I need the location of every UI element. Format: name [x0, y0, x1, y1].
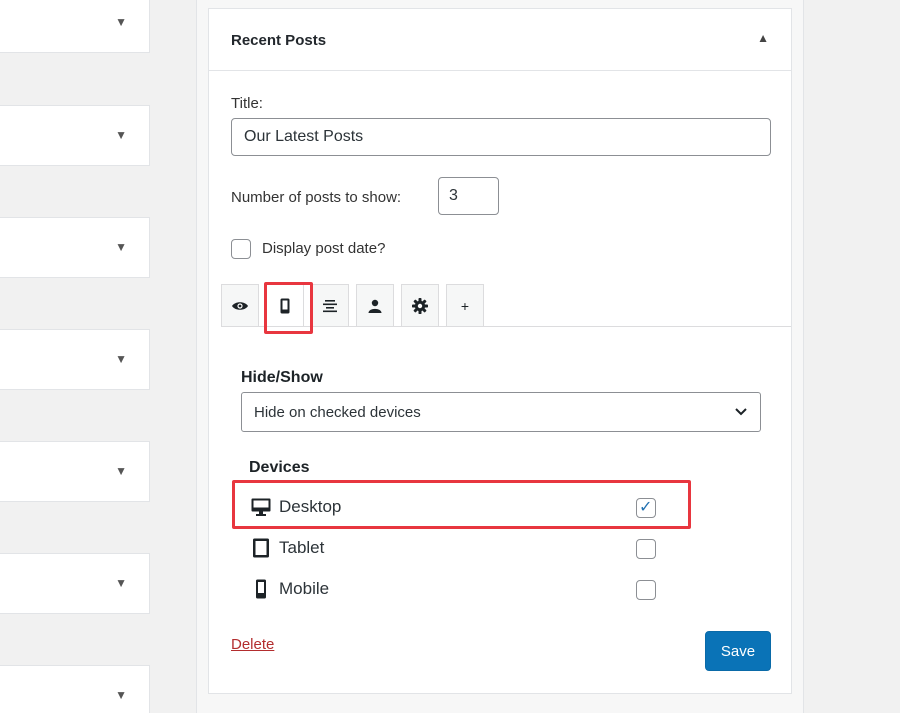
- desktop-checkbox[interactable]: ✓: [636, 498, 656, 518]
- save-button[interactable]: Save: [705, 631, 771, 671]
- device-row-tablet: Tablet: [251, 536, 324, 560]
- number-of-posts-input[interactable]: [438, 177, 499, 215]
- tab-visibility[interactable]: [221, 284, 259, 326]
- tab-devices[interactable]: [266, 284, 304, 326]
- tablet-checkbox[interactable]: [636, 539, 656, 559]
- caret-down-icon[interactable]: ▼: [115, 464, 127, 478]
- widget-title: Recent Posts: [231, 32, 327, 49]
- caret-down-icon[interactable]: ▼: [115, 576, 127, 590]
- display-date-label: Display post date?: [262, 240, 386, 257]
- mobile-icon: [280, 298, 290, 313]
- hide-show-select[interactable]: Hide on checked devices: [241, 392, 761, 432]
- widget-header[interactable]: Recent Posts ▲: [209, 9, 791, 71]
- caret-up-icon[interactable]: ▲: [757, 31, 769, 45]
- gear-icon: [412, 297, 428, 314]
- tab-roles[interactable]: [356, 284, 394, 326]
- title-label: Title:: [231, 95, 263, 112]
- hide-show-label: Hide/Show: [241, 369, 323, 386]
- collapsed-widget[interactable]: ▼: [0, 329, 150, 390]
- user-icon: [368, 299, 382, 313]
- caret-down-icon[interactable]: ▼: [115, 352, 127, 366]
- collapsed-widget[interactable]: ▼: [0, 441, 150, 502]
- hide-show-select-value: Hide on checked devices: [254, 403, 421, 421]
- collapsed-widget[interactable]: ▼: [0, 665, 150, 713]
- collapsed-widget[interactable]: ▼: [0, 553, 150, 614]
- caret-down-icon[interactable]: ▼: [115, 15, 127, 29]
- align-center-icon: [323, 299, 337, 312]
- tabs-divider: [221, 326, 791, 327]
- caret-down-icon[interactable]: ▼: [115, 688, 127, 702]
- eye-icon: [232, 301, 248, 310]
- mobile-icon: [256, 579, 266, 599]
- device-label-desktop: Desktop: [279, 497, 342, 516]
- caret-down-icon[interactable]: ▼: [115, 240, 127, 254]
- checkmark-icon: ✓: [639, 499, 653, 516]
- device-label-mobile: Mobile: [279, 579, 330, 598]
- title-input[interactable]: [231, 118, 771, 156]
- device-row-mobile: Mobile: [251, 577, 329, 601]
- caret-down-icon[interactable]: ▼: [115, 128, 127, 142]
- collapsed-widget[interactable]: ▼: [0, 217, 150, 278]
- device-row-desktop: Desktop: [251, 495, 341, 519]
- number-of-posts-label: Number of posts to show:: [231, 189, 402, 206]
- tab-settings[interactable]: [401, 284, 439, 326]
- plus-icon[interactable]: +: [446, 284, 484, 326]
- delete-link[interactable]: Delete: [231, 636, 274, 653]
- collapsed-widget[interactable]: ▼: [0, 105, 150, 166]
- desktop-icon: [251, 498, 271, 516]
- display-date-checkbox[interactable]: [231, 239, 251, 259]
- tab-alignment[interactable]: [311, 284, 349, 326]
- chevron-down-icon: [735, 408, 747, 416]
- tablet-icon: [253, 538, 269, 558]
- devices-label: Devices: [249, 459, 310, 476]
- device-label-tablet: Tablet: [279, 538, 325, 557]
- recent-posts-widget: Recent Posts ▲ Title: Number of posts to…: [208, 8, 792, 694]
- widgets-screen: ▼ ▼ ▼ ▼ ▼ ▼ ▼ Recent Posts ▲ Title: Numb…: [0, 0, 900, 713]
- collapsed-widget[interactable]: ▼: [0, 0, 150, 53]
- mobile-checkbox[interactable]: [636, 580, 656, 600]
